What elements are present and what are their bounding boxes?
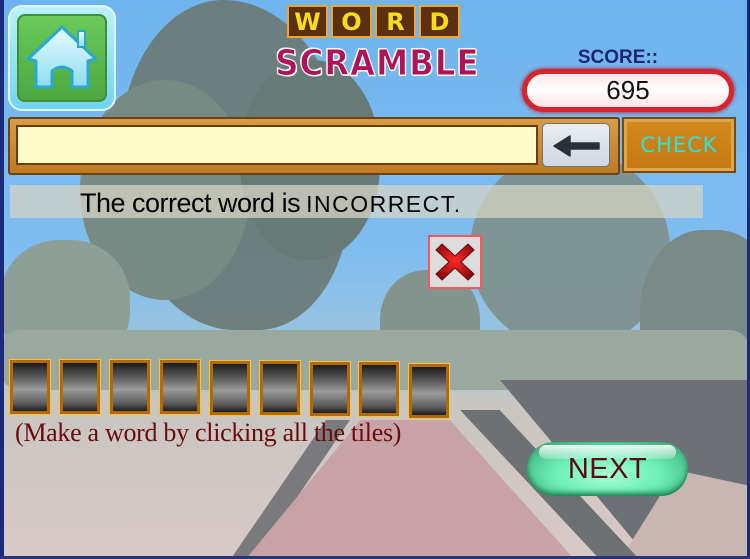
red-x-icon <box>435 243 475 281</box>
letter-tile[interactable] <box>110 360 150 414</box>
game-screen: W O R D SCRAMBLE SCORE:: 695 CHECK The c… <box>0 0 750 559</box>
correct-word: INCORRECT. <box>306 191 462 217</box>
result-indicator <box>428 235 482 289</box>
feedback-bar: The correct word is INCORRECT. <box>10 185 703 218</box>
feedback-prefix: The correct word is <box>80 188 301 218</box>
score-display: 695 <box>522 69 734 112</box>
title-letter-tile: R <box>375 5 416 38</box>
letter-tile[interactable] <box>10 360 50 414</box>
letter-tile[interactable] <box>60 360 100 414</box>
letter-tile[interactable] <box>160 360 200 414</box>
title-scramble: SCRAMBLE <box>275 43 480 85</box>
tiles-hint: (Make a word by clicking all the tiles) <box>15 418 402 447</box>
title-letter-tile: O <box>331 5 372 38</box>
check-button[interactable]: CHECK <box>622 117 736 173</box>
letter-tile[interactable] <box>359 362 399 416</box>
score-label: SCORE:: <box>577 47 659 68</box>
letter-tile[interactable] <box>260 361 300 415</box>
home-button[interactable] <box>8 5 116 111</box>
answer-bar <box>8 117 620 175</box>
next-label: NEXT <box>567 453 648 485</box>
title-letter-tile: W <box>287 5 328 38</box>
title-letter-tile: D <box>419 5 460 38</box>
letter-tile[interactable] <box>310 362 350 416</box>
frame-border <box>0 0 4 559</box>
backspace-button[interactable] <box>542 123 610 167</box>
letter-tile[interactable] <box>409 364 449 418</box>
home-icon <box>26 25 98 89</box>
feedback-text: The correct word is INCORRECT. <box>80 185 462 218</box>
next-button[interactable]: NEXT <box>527 442 688 496</box>
letter-tile[interactable] <box>210 361 250 415</box>
left-arrow-icon <box>553 135 600 157</box>
answer-input[interactable] <box>16 125 538 165</box>
title-word: W O R D <box>287 5 460 38</box>
